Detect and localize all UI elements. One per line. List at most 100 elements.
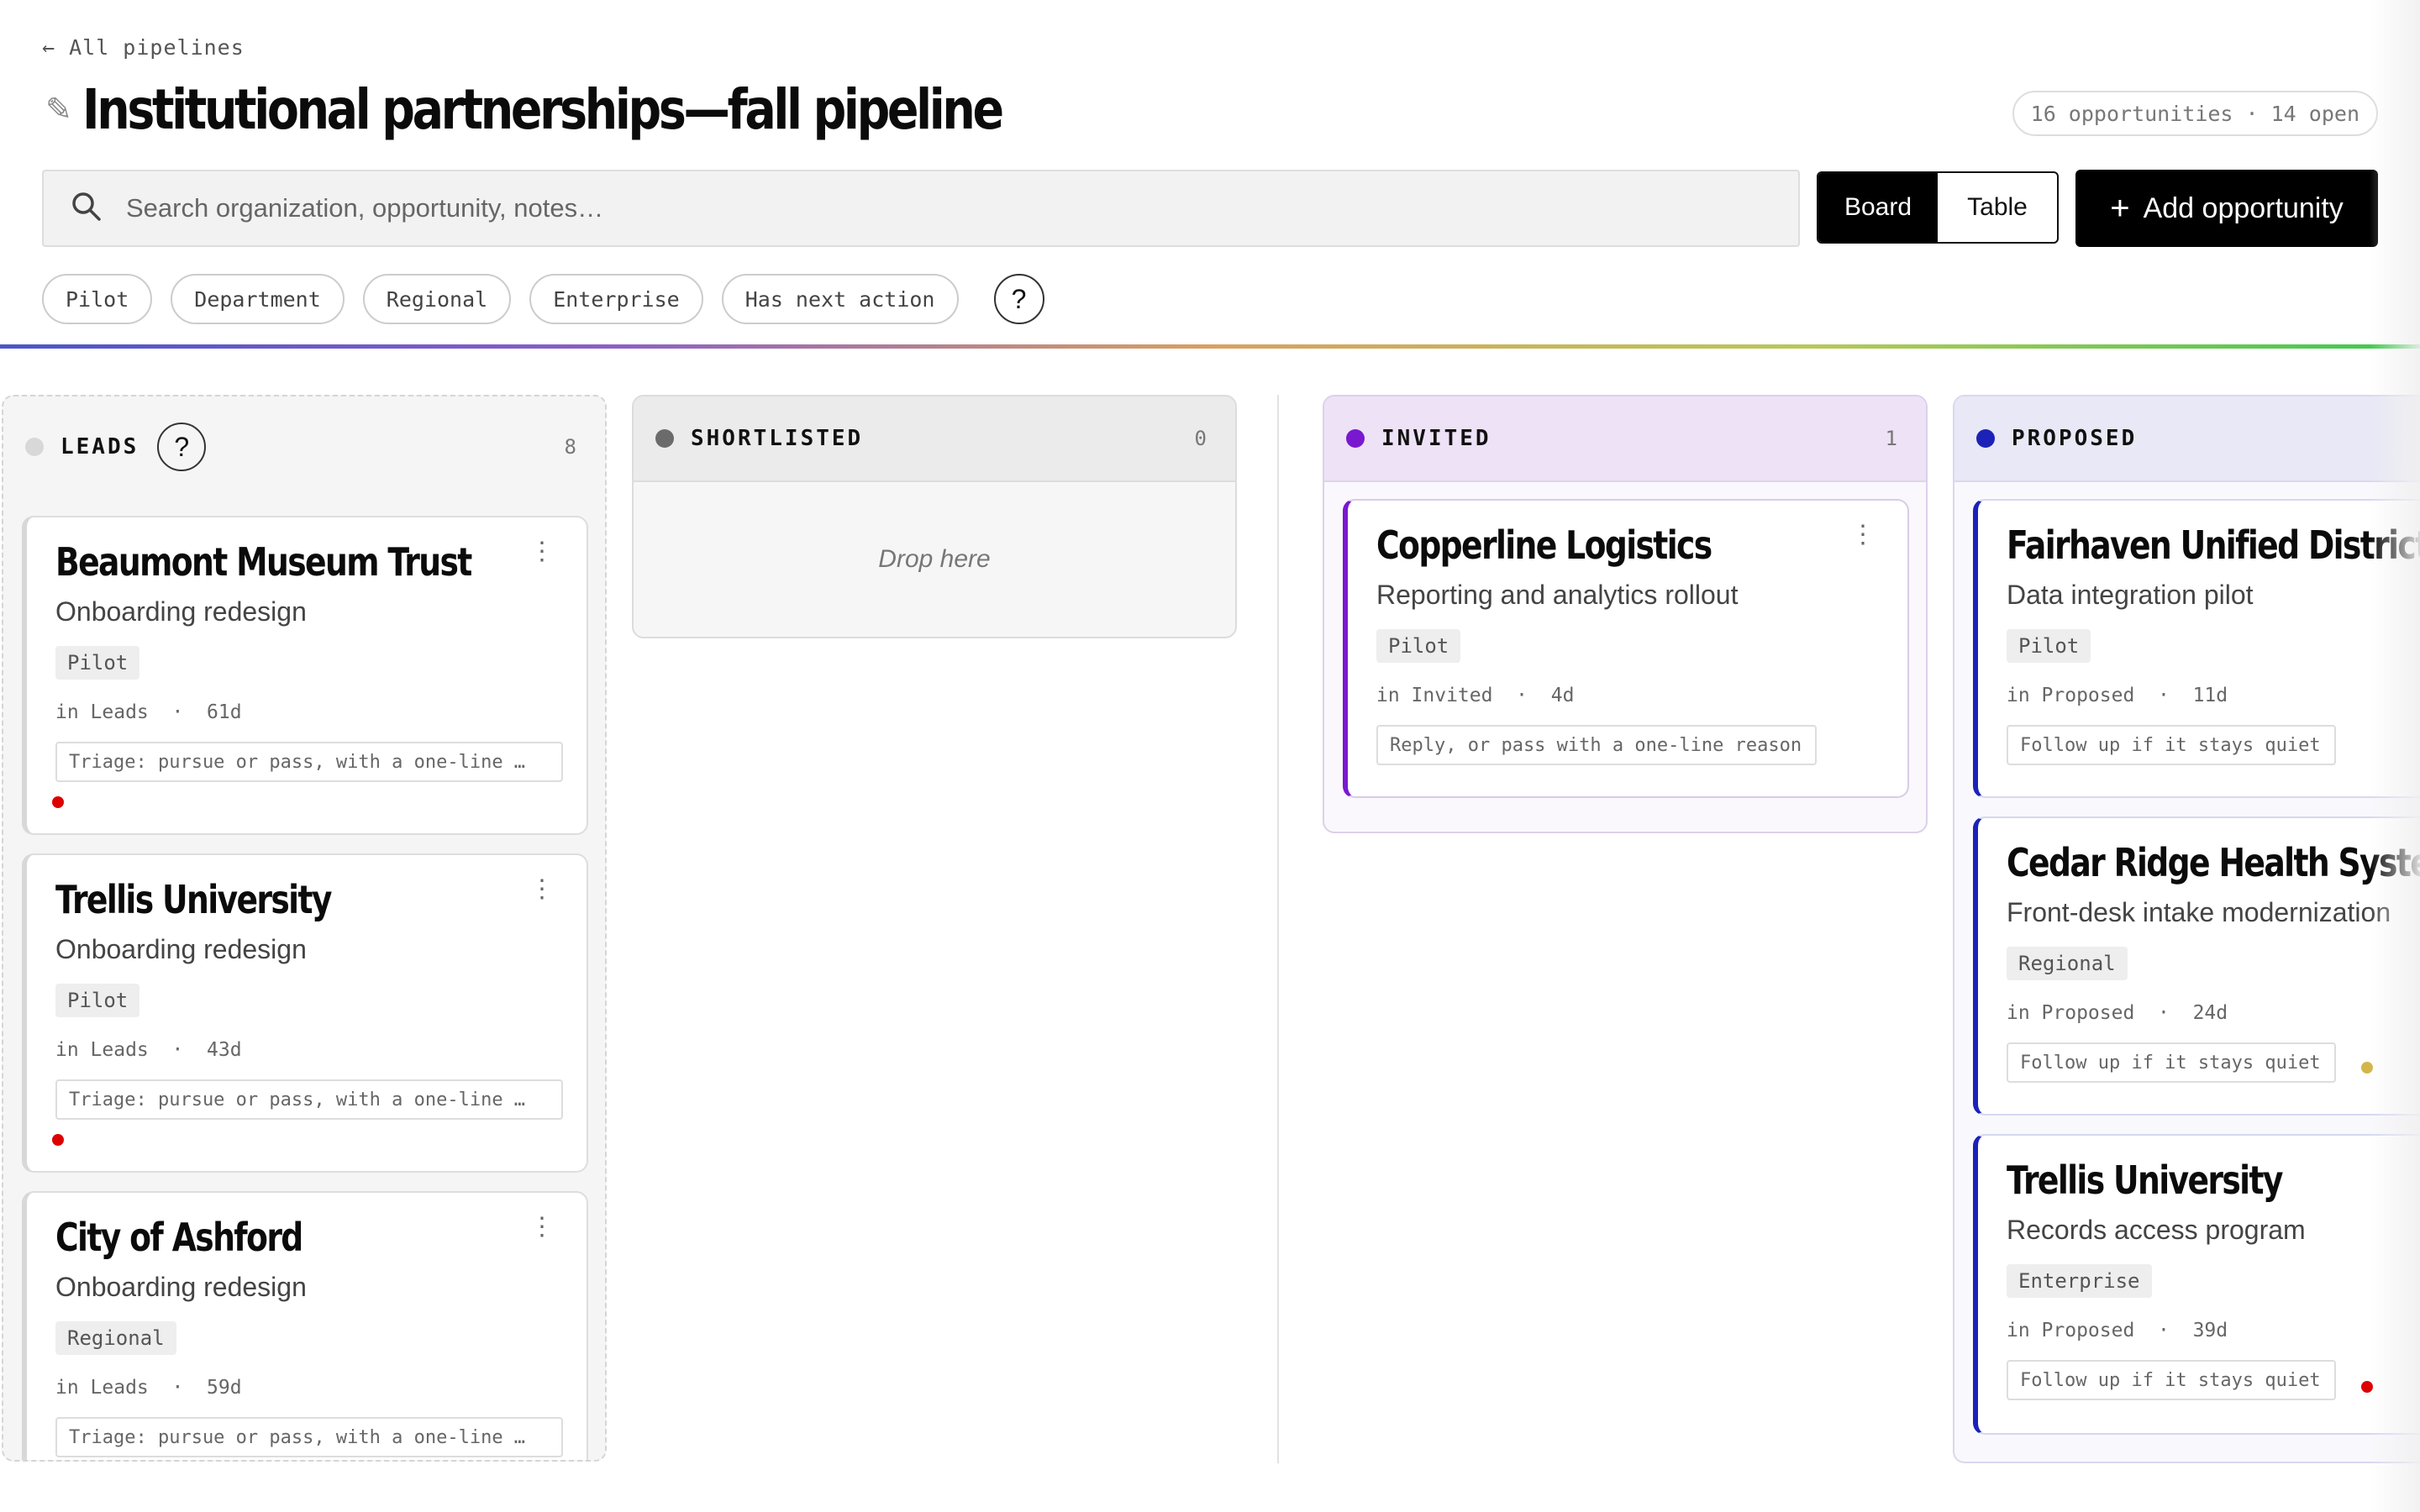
card-age: 39d xyxy=(2192,1320,2228,1341)
more-options-icon[interactable]: ⋮ xyxy=(529,877,555,902)
card-stage: in Proposed xyxy=(2007,1320,2135,1341)
card-organization: Trellis University xyxy=(2007,1158,2283,1203)
card-next-action[interactable]: Triage: pursue or pass, with a one-line … xyxy=(55,1079,563,1120)
view-toggle: Board Table xyxy=(1817,171,2059,244)
proposed-status-dot xyxy=(1976,429,1995,448)
board-view-button[interactable]: Board xyxy=(1818,173,1938,242)
filter-chip-pilot[interactable]: Pilot xyxy=(42,274,153,324)
card-tag: Regional xyxy=(55,1321,176,1355)
overdue-dot xyxy=(2361,1381,2373,1393)
opportunity-card[interactable]: ⋮ Trellis University Onboarding redesign… xyxy=(22,853,588,1173)
card-stage: in Leads xyxy=(55,1039,149,1061)
card-opportunity: Front-desk intake modernization xyxy=(2007,897,2391,927)
card-organization: Trellis University xyxy=(55,877,332,922)
card-opportunity: Data integration pilot xyxy=(2007,580,2254,610)
card-organization: Copperline Logistics xyxy=(1376,522,1712,568)
card-stage: in Leads xyxy=(55,701,149,723)
filter-help-icon[interactable]: ? xyxy=(993,274,1044,324)
card-age: 61d xyxy=(207,701,242,723)
card-opportunity: Onboarding redesign xyxy=(55,934,307,964)
card-organization: Beaumont Museum Trust xyxy=(55,539,472,585)
card-meta: in Proposed · 39d xyxy=(2007,1320,2228,1341)
card-tag: Pilot xyxy=(2007,629,2091,663)
column-shortlisted: SHORTLISTED 0 Drop here xyxy=(632,395,1237,638)
card-age: 4d xyxy=(1550,685,1575,706)
card-age: 43d xyxy=(207,1039,242,1061)
filter-chip-has-next-action[interactable]: Has next action xyxy=(721,274,959,324)
plus-icon: + xyxy=(2110,189,2130,227)
card-age: 24d xyxy=(2192,1002,2228,1024)
card-next-action[interactable]: Reply, or pass with a one-line reason xyxy=(1376,725,1818,765)
more-options-icon[interactable]: ⋮ xyxy=(1850,522,1876,548)
column-count: 8 xyxy=(564,435,576,459)
title-row: ✎ Institutional partnerships—fall pipeli… xyxy=(45,77,1176,142)
opportunity-card[interactable]: Trellis University Records access progra… xyxy=(1973,1134,2420,1435)
leads-help-icon[interactable]: ? xyxy=(157,423,207,471)
column-leads: LEADS ? 8 ⋮ Beaumont Museum Trust Onboar… xyxy=(2,395,607,1462)
column-header-proposed: PROPOSED xyxy=(1954,396,2420,482)
column-title: SHORTLISTED xyxy=(691,426,864,451)
opportunity-count-badge: 16 opportunities · 14 open xyxy=(2012,91,2378,136)
drop-zone[interactable]: Drop here xyxy=(634,482,1235,637)
column-invited: INVITED 1 ⋮ Copperline Logistics Reporti… xyxy=(1323,395,1928,833)
overdue-dot xyxy=(52,796,64,808)
card-tag: Pilot xyxy=(1376,629,1461,663)
card-age: 11d xyxy=(2192,685,2228,706)
column-divider xyxy=(1277,395,1279,1463)
card-meta: in Leads · 59d xyxy=(55,1377,242,1399)
divider-gradient xyxy=(0,344,2420,349)
card-opportunity: Reporting and analytics rollout xyxy=(1376,580,1739,610)
invited-status-dot xyxy=(1346,429,1365,448)
search-icon xyxy=(71,191,103,227)
card-next-action[interactable]: Triage: pursue or pass, with a one-line … xyxy=(55,1417,563,1457)
card-tag: Pilot xyxy=(55,646,140,680)
add-opportunity-button[interactable]: + Add opportunity xyxy=(2075,170,2378,247)
card-stage: in Proposed xyxy=(2007,685,2135,706)
more-options-icon[interactable]: ⋮ xyxy=(529,1215,555,1240)
column-header-shortlisted: SHORTLISTED 0 xyxy=(634,396,1235,482)
pencil-icon[interactable]: ✎ xyxy=(45,91,72,129)
overdue-dot xyxy=(52,1134,64,1146)
card-next-action[interactable]: Follow up if it stays quiet xyxy=(2007,725,2336,765)
warning-dot xyxy=(2361,1062,2373,1074)
leads-status-dot xyxy=(25,438,44,456)
card-meta: in Leads · 61d xyxy=(55,701,242,723)
filter-chips: Pilot Department Regional Enterprise Has… xyxy=(42,274,1044,324)
more-options-icon[interactable]: ⋮ xyxy=(529,539,555,564)
card-organization: City of Ashford xyxy=(55,1215,303,1260)
search-box[interactable] xyxy=(42,170,1800,247)
card-organization: Cedar Ridge Health System xyxy=(2007,840,2420,885)
filter-chip-department[interactable]: Department xyxy=(171,274,345,324)
opportunity-card[interactable]: Fairhaven Unified District Data integrat… xyxy=(1973,499,2420,798)
search-input[interactable] xyxy=(126,193,1639,223)
card-opportunity: Onboarding redesign xyxy=(55,596,307,627)
card-next-action[interactable]: Follow up if it stays quiet xyxy=(2007,1360,2336,1400)
card-stage: in Leads xyxy=(55,1377,149,1399)
filter-chip-enterprise[interactable]: Enterprise xyxy=(529,274,703,324)
card-next-action[interactable]: Follow up if it stays quiet xyxy=(2007,1042,2336,1083)
opportunity-card[interactable]: Cedar Ridge Health System Front-desk int… xyxy=(1973,816,2420,1116)
opportunity-card[interactable]: ⋮ Beaumont Museum Trust Onboarding redes… xyxy=(22,516,588,835)
shortlisted-status-dot xyxy=(655,429,674,448)
opportunity-card[interactable]: ⋮ City of Ashford Onboarding redesign Re… xyxy=(22,1191,588,1460)
column-title: INVITED xyxy=(1381,426,1491,451)
card-meta: in Proposed · 11d xyxy=(2007,685,2228,706)
card-tag: Regional xyxy=(2007,947,2128,980)
card-age: 59d xyxy=(207,1377,242,1399)
filter-chip-regional[interactable]: Regional xyxy=(362,274,512,324)
page-title: Institutional partnerships—fall pipeline xyxy=(82,77,1004,142)
table-view-button[interactable]: Table xyxy=(1938,173,2057,242)
column-header-invited: INVITED 1 xyxy=(1324,396,1926,482)
add-opportunity-label: Add opportunity xyxy=(2143,192,2344,224)
card-opportunity: Records access program xyxy=(2007,1215,2306,1245)
card-meta: in Invited · 4d xyxy=(1376,685,1575,706)
back-to-pipelines-link[interactable]: ← All pipelines xyxy=(42,35,245,60)
card-next-action[interactable]: Triage: pursue or pass, with a one-line … xyxy=(55,742,563,782)
column-count: 0 xyxy=(1194,427,1207,450)
opportunity-card[interactable]: ⋮ Copperline Logistics Reporting and ana… xyxy=(1343,499,1909,798)
column-title: LEADS xyxy=(60,434,139,459)
card-stage: in Proposed xyxy=(2007,1002,2135,1024)
column-title: PROPOSED xyxy=(2012,426,2138,451)
card-tag: Enterprise xyxy=(2007,1264,2152,1298)
column-header-leads: LEADS ? 8 xyxy=(3,396,605,497)
